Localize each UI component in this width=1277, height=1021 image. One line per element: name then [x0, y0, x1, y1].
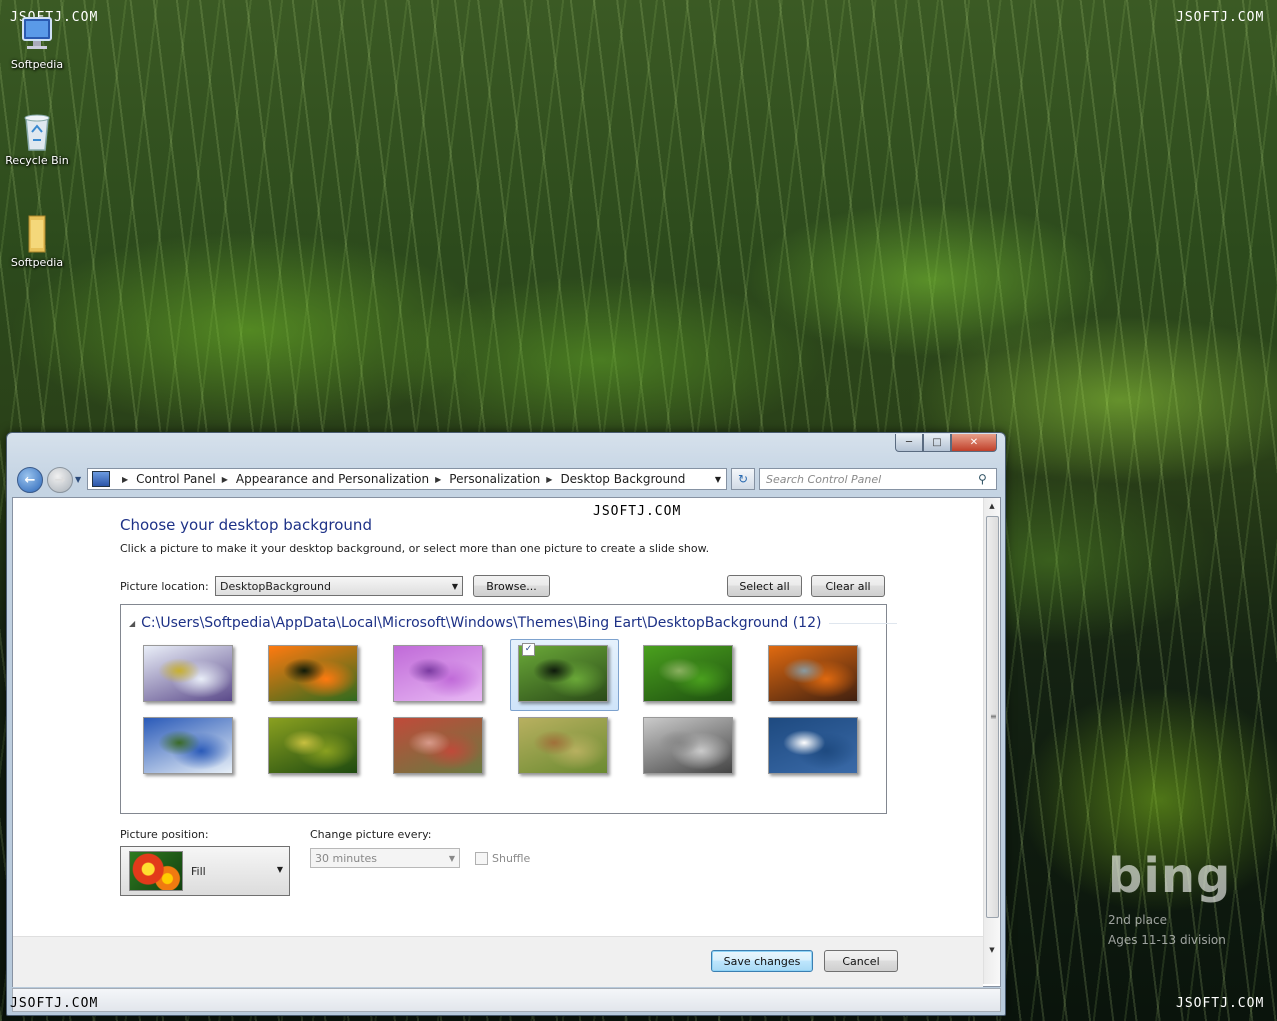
breadcrumb-personalization[interactable]: Personalization [449, 472, 540, 486]
change-picture-interval-select[interactable]: 30 minutes ▼ [310, 848, 460, 868]
address-dropdown-icon[interactable]: ▼ [710, 469, 726, 489]
cancel-button[interactable]: Cancel [824, 950, 898, 972]
watermark-center: JSOFTJ.COM [593, 504, 682, 519]
scroll-up-icon[interactable]: ▲ [984, 498, 1000, 514]
maximize-button[interactable]: □ [923, 434, 951, 452]
save-changes-button[interactable]: Save changes [711, 950, 813, 972]
breadcrumb-appearance[interactable]: Appearance and Personalization [236, 472, 429, 486]
desktop-icon-label: Softpedia [10, 58, 64, 71]
history-dropdown-icon[interactable]: ▼ [75, 475, 81, 484]
thumbnail-whale[interactable] [768, 717, 858, 774]
shuffle-checkbox[interactable]: Shuffle [475, 852, 530, 865]
minimize-icon: ─ [905, 437, 913, 448]
search-icon[interactable]: ⚲ [978, 472, 996, 486]
watermark-top-right: JSOFTJ.COM [1176, 10, 1265, 25]
dialog-footer: Save changes Cancel [13, 936, 983, 987]
breadcrumb-desktop-background[interactable]: Desktop Background [560, 472, 685, 486]
thumbnail-grasshopper[interactable] [268, 717, 358, 774]
thumbnail-fungus[interactable] [768, 645, 858, 702]
gallery-group-path: C:\Users\Softpedia\AppData\Local\Microso… [141, 615, 822, 631]
refresh-icon: ↻ [737, 472, 749, 486]
back-button[interactable]: ← [17, 467, 43, 493]
breadcrumb-chevron-icon: ▶ [122, 474, 129, 484]
bing-division-line: Ages 11-13 division [1108, 933, 1226, 947]
bing-award-line: 2nd place [1108, 913, 1167, 927]
thumbnail-orange-butterfly[interactable] [268, 645, 358, 702]
picture-location-label: Picture location: [120, 580, 209, 593]
thumbnail-red-flowers[interactable] [393, 717, 483, 774]
thumbnail-checkbox[interactable]: ✓ [522, 643, 535, 656]
scroll-down-icon[interactable]: ▼ [984, 942, 1000, 958]
scrollbar-thumb[interactable]: ≡ [986, 516, 999, 918]
picture-location-select[interactable]: DesktopBackground ▼ [215, 576, 463, 596]
picture-position-preview [129, 851, 183, 891]
breadcrumb-chevron-icon: ▶ [221, 474, 228, 484]
breadcrumb-chevron-icon: ▶ [546, 474, 553, 484]
thumbnail-mountain-lake[interactable] [143, 717, 233, 774]
chevron-down-icon: ▼ [451, 581, 458, 591]
thumbnail-passion-flower[interactable] [143, 645, 233, 702]
folder-icon [17, 212, 57, 253]
chevron-down-icon: ▼ [448, 853, 455, 863]
desktop-icon-recycle-bin[interactable]: Recycle Bin [2, 110, 72, 167]
browse-button[interactable]: Browse... [473, 575, 550, 597]
picture-position-select[interactable]: Fill ▼ [120, 846, 290, 896]
bing-branding: bing 2nd place Ages 11-13 division [1108, 848, 1231, 950]
content-pane: Choose your desktop background Click a p… [12, 497, 1001, 987]
breadcrumb-control-panel[interactable]: Control Panel [136, 472, 216, 486]
refresh-button[interactable]: ↻ [731, 468, 755, 490]
status-bar [12, 988, 1001, 1012]
forward-button[interactable]: → [47, 467, 73, 493]
group-divider [829, 622, 898, 624]
checkbox-box[interactable] [475, 852, 488, 865]
close-button[interactable]: ✕ [951, 434, 997, 452]
arrow-right-icon: → [54, 472, 66, 488]
page-description: Click a picture to make it your desktop … [120, 542, 710, 555]
watermark-bottom-right: JSOFTJ.COM [1176, 996, 1265, 1011]
thumbnail-purple-dew[interactable] [393, 645, 483, 702]
computer-icon [17, 14, 57, 54]
desktop-icon-label: Recycle Bin [5, 154, 69, 167]
picture-position-value: Fill [191, 865, 206, 878]
picture-location-value: DesktopBackground [220, 579, 331, 593]
bing-logo: bing [1108, 848, 1232, 904]
breadcrumb-chevron-icon: ▶ [435, 474, 442, 484]
collapse-triangle-icon[interactable]: ◢ [129, 619, 135, 628]
desktop-icon-folder[interactable]: Softpedia [2, 212, 72, 269]
close-icon: ✕ [969, 437, 979, 448]
picture-gallery: ◢ C:\Users\Softpedia\AppData\Local\Micro… [120, 604, 898, 814]
thumbnail-snail[interactable] [518, 717, 608, 774]
change-picture-label: Change picture every: [310, 828, 432, 841]
caption-buttons: ─ □ ✕ [895, 434, 997, 452]
shuffle-label: Shuffle [492, 852, 531, 865]
vertical-scrollbar[interactable]: ▲ ≡ ▼ [983, 498, 1000, 984]
page-title: Choose your desktop background [120, 516, 372, 534]
navigation-bar: ← → ▼ ▶ Control Panel ▶ Appearance and Per… [13, 465, 997, 495]
control-panel-icon [92, 471, 110, 487]
change-picture-interval-value: 30 minutes [315, 851, 378, 865]
thumbnail-rocks[interactable] [643, 717, 733, 774]
search-box: ⚲ [759, 468, 997, 490]
desktop-icon-computer[interactable]: Softpedia [2, 14, 72, 71]
gallery-group-header[interactable]: ◢ C:\Users\Softpedia\AppData\Local\Micro… [129, 615, 898, 631]
picture-position-label: Picture position: [120, 828, 209, 841]
desktop-icon-label: Softpedia [10, 256, 64, 269]
select-all-button[interactable]: Select all [727, 575, 802, 597]
chevron-down-icon: ▼ [276, 865, 283, 874]
minimize-button[interactable]: ─ [895, 434, 923, 452]
watermark-bottom-left: JSOFTJ.COM [10, 996, 99, 1011]
search-input[interactable] [760, 471, 978, 487]
recycle-bin-icon [17, 110, 57, 151]
thumbnail-lily-pads[interactable]: ✓ [518, 643, 608, 702]
arrow-left-icon: ← [24, 472, 36, 488]
thumbnail-frog[interactable] [643, 645, 733, 702]
maximize-icon: □ [932, 437, 942, 448]
clear-all-button[interactable]: Clear all [811, 575, 885, 597]
grip-icon: ≡ [990, 712, 997, 721]
desktop-background-window: ─ □ ✕ ← → ▼ ▶ Control Panel ▶ Appearance a… [6, 432, 1006, 1016]
address-bar[interactable]: ▶ Control Panel ▶ Appearance and Personali… [87, 468, 727, 490]
